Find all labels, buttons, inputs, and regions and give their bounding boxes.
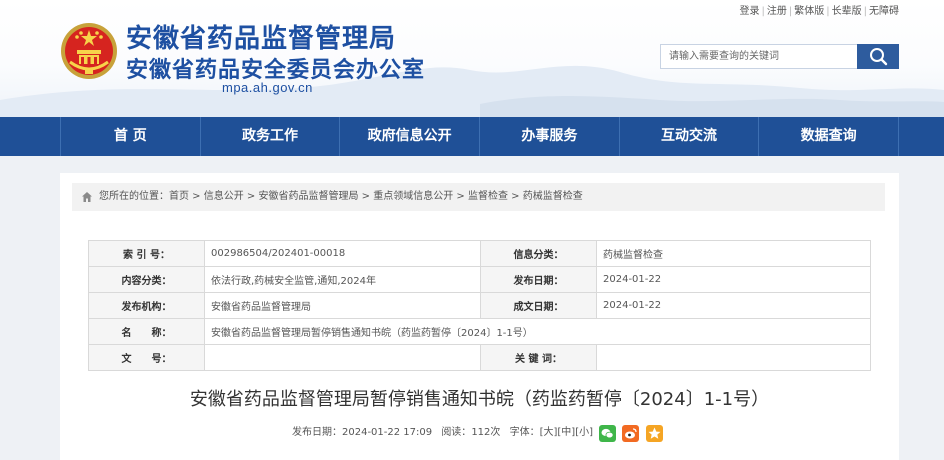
publish-date-label: 发布日期： [480, 266, 597, 293]
views-count: 112次 [471, 427, 501, 438]
keywords-label: 关 键 词： [480, 344, 597, 371]
content-panel: 您所在的位置：首页 > 信息公开 > 安徽省药品监督管理局 > 重点领域信息公开… [60, 173, 899, 460]
views-label: 阅读： [441, 427, 472, 438]
site-domain: mpa.ah.gov.cn [222, 80, 313, 95]
breadcrumb-prefix: 您所在的位置： [99, 191, 169, 202]
publish-date-value: 2024-01-22 [596, 266, 871, 293]
publisher-label: 发布机构： [88, 292, 205, 319]
keywords-value [596, 344, 871, 371]
favorite-icon[interactable] [645, 424, 663, 442]
category-label: 信息分类： [480, 240, 597, 267]
table-row: 索 引 号： 002986504/202401-00018 信息分类： 药械监督… [88, 240, 871, 267]
font-size-small[interactable]: [小] [575, 427, 593, 438]
login-link[interactable]: 登录 [740, 6, 760, 17]
search-box [660, 44, 899, 69]
traditional-chinese-link[interactable]: 繁体版 [794, 6, 824, 17]
top-links: 登录 | 注册 | 繁体版 | 长辈版 | 无障碍 [739, 6, 900, 17]
name-value: 安徽省药品监督管理局暂停销售通知书皖（药监药暂停〔2024〕1-1号） [204, 318, 871, 345]
content-class-value: 依法行政,药械安全监管,通知,2024年 [204, 266, 481, 293]
table-row: 发布机构： 安徽省药品监督管理局 成文日期： 2024-01-22 [88, 292, 871, 319]
font-size-medium[interactable]: [中] [557, 427, 575, 438]
breadcrumb-bureau[interactable]: 安徽省药品监督管理局 [259, 191, 359, 202]
search-input[interactable] [660, 44, 857, 69]
breadcrumb-sep: > [453, 191, 468, 202]
publisher-value: 安徽省药品监督管理局 [204, 292, 481, 319]
elderly-version-link[interactable]: 长辈版 [832, 6, 862, 17]
index-label: 索 引 号： [88, 240, 205, 267]
site-header: 安徽省药品监督管理局 安徽省药品安全委员会办公室 mpa.ah.gov.cn 登… [0, 0, 944, 117]
nav-item-home[interactable]: 首 页 [60, 117, 200, 156]
font-size-label: 字体： [509, 427, 540, 438]
breadcrumb-sep: > [243, 191, 259, 202]
breadcrumb-sep: > [358, 191, 374, 202]
search-icon [870, 48, 888, 66]
created-date-label: 成文日期： [480, 292, 597, 319]
nav-item-services[interactable]: 办事服务 [479, 117, 619, 156]
register-link[interactable]: 注册 [767, 6, 787, 17]
nav-item-government-affairs[interactable]: 政务工作 [199, 117, 340, 156]
doc-number-value [204, 344, 481, 371]
document-title: 安徽省药品监督管理局暂停销售通知书皖（药监药暂停〔2024〕1-1号） [189, 389, 770, 410]
main-nav: 首 页 政务工作 政府信息公开 办事服务 互动交流 数据查询 [0, 117, 944, 156]
breadcrumb-drug-device-inspection[interactable]: 药械监督检查 [523, 191, 583, 202]
table-row: 内容分类： 依法行政,药械安全监管,通知,2024年 发布日期： 2024-01… [88, 266, 871, 293]
table-row: 名 称： 安徽省药品监督管理局暂停销售通知书皖（药监药暂停〔2024〕1-1号） [88, 318, 871, 345]
table-row: 文 号： 关 键 词： [88, 344, 871, 371]
name-label: 名 称： [88, 318, 205, 345]
breadcrumb-sep: > [189, 191, 204, 202]
wechat-icon[interactable] [599, 424, 617, 442]
site-title: 安徽省药品监督管理局 [126, 24, 397, 54]
accessibility-link[interactable]: 无障碍 [869, 6, 899, 17]
font-size-large[interactable]: [大] [540, 427, 558, 438]
breadcrumb-inspection[interactable]: 监督检查 [468, 191, 508, 202]
breadcrumb: 您所在的位置：首页 > 信息公开 > 安徽省药品监督管理局 > 重点领域信息公开… [72, 183, 885, 211]
publish-time-label: 发布日期： [292, 427, 342, 438]
content-class-label: 内容分类： [88, 266, 205, 293]
national-emblem-icon [61, 23, 117, 79]
breadcrumb-home[interactable]: 首页 [169, 191, 189, 202]
nav-item-interaction[interactable]: 互动交流 [618, 117, 759, 156]
created-date-value: 2024-01-22 [596, 292, 871, 319]
document-metadata-table: 索 引 号： 002986504/202401-00018 信息分类： 药械监督… [88, 240, 871, 371]
search-button[interactable] [857, 44, 899, 69]
breadcrumb-key-areas[interactable]: 重点领域信息公开 [373, 191, 453, 202]
nav-item-information-disclosure[interactable]: 政府信息公开 [339, 117, 479, 156]
home-icon [82, 192, 92, 202]
publish-info: 发布日期：2024-01-22 17:09 阅读：112次 字体：[大][中][… [292, 423, 663, 443]
nav-item-data-query[interactable]: 数据查询 [758, 117, 900, 156]
breadcrumb-info-disclosure[interactable]: 信息公开 [204, 191, 244, 202]
weibo-icon[interactable] [622, 424, 640, 442]
breadcrumb-sep: > [508, 191, 523, 202]
category-value: 药械监督检查 [596, 240, 871, 267]
index-value: 002986504/202401-00018 [204, 240, 481, 267]
publish-time: 2024-01-22 17:09 [342, 427, 433, 438]
doc-number-label: 文 号： [88, 344, 205, 371]
